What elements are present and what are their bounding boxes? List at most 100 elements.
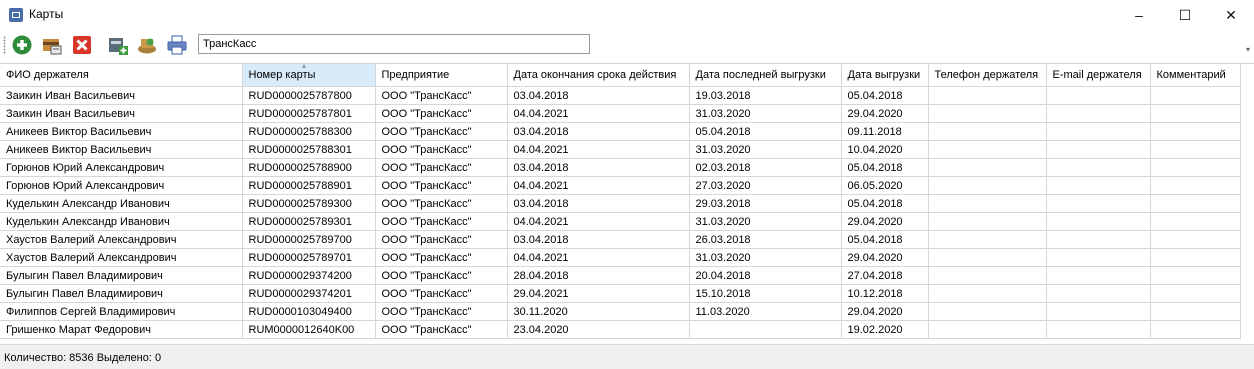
col-header-last-upload-date[interactable]: Дата последней выгрузки: [689, 64, 842, 87]
cell-email[interactable]: [1046, 86, 1151, 105]
cell-card-number[interactable]: RUD0000025789301: [242, 212, 376, 231]
cell-phone[interactable]: [928, 248, 1047, 267]
cell-phone[interactable]: [928, 176, 1047, 195]
cell-upload-date[interactable]: 06.05.2020: [841, 176, 929, 195]
cell-expiry-date[interactable]: 03.04.2018: [507, 194, 690, 213]
cell-email[interactable]: [1046, 284, 1151, 303]
cell-phone[interactable]: [928, 104, 1047, 123]
cell-expiry-date[interactable]: 03.04.2018: [507, 230, 690, 249]
col-header-phone[interactable]: Телефон держателя: [928, 64, 1047, 87]
cell-comment[interactable]: [1150, 230, 1241, 249]
cell-last-upload-date[interactable]: 02.03.2018: [689, 158, 842, 177]
cell-phone[interactable]: [928, 230, 1047, 249]
cell-company[interactable]: ООО "ТрансКасс": [375, 230, 508, 249]
cell-comment[interactable]: [1150, 284, 1241, 303]
cell-expiry-date[interactable]: 23.04.2020: [507, 320, 690, 339]
cell-email[interactable]: [1046, 158, 1151, 177]
table-row[interactable]: Заикин Иван Васильевич RUD0000025787801 ОО…: [0, 104, 1241, 123]
cell-comment[interactable]: [1150, 302, 1241, 321]
print-button[interactable]: [166, 34, 188, 56]
cell-card-number[interactable]: RUD0000025788300: [242, 122, 376, 141]
col-header-upload-date[interactable]: Дата выгрузки: [841, 64, 929, 87]
cell-last-upload-date[interactable]: 31.03.2020: [689, 140, 842, 159]
delete-button[interactable]: [71, 34, 93, 56]
cell-phone[interactable]: [928, 284, 1047, 303]
cell-expiry-date[interactable]: 04.04.2021: [507, 248, 690, 267]
cell-last-upload-date[interactable]: 05.04.2018: [689, 122, 842, 141]
cell-holder[interactable]: Заикин Иван Васильевич: [0, 86, 243, 105]
cell-last-upload-date[interactable]: 19.03.2018: [689, 86, 842, 105]
cell-phone[interactable]: [928, 86, 1047, 105]
cell-holder[interactable]: Горюнов Юрий Александрович: [0, 176, 243, 195]
cell-holder[interactable]: Заикин Иван Васильевич: [0, 104, 243, 123]
cell-holder[interactable]: Хаустов Валерий Александрович: [0, 230, 243, 249]
toolbar-grip[interactable]: [3, 36, 6, 54]
cell-phone[interactable]: [928, 158, 1047, 177]
cell-comment[interactable]: [1150, 104, 1241, 123]
cell-upload-date[interactable]: 10.12.2018: [841, 284, 929, 303]
cell-card-number[interactable]: RUD0000029374201: [242, 284, 376, 303]
cell-upload-date[interactable]: 29.04.2020: [841, 212, 929, 231]
cell-holder[interactable]: Аникеев Виктор Васильевич: [0, 140, 243, 159]
cell-comment[interactable]: [1150, 122, 1241, 141]
cell-expiry-date[interactable]: 03.04.2018: [507, 122, 690, 141]
cell-upload-date[interactable]: 29.04.2020: [841, 248, 929, 267]
cell-email[interactable]: [1046, 122, 1151, 141]
cell-email[interactable]: [1046, 140, 1151, 159]
cell-expiry-date[interactable]: 28.04.2018: [507, 266, 690, 285]
cell-email[interactable]: [1046, 194, 1151, 213]
cell-phone[interactable]: [928, 320, 1047, 339]
cell-upload-date[interactable]: 09.11.2018: [841, 122, 929, 141]
close-button[interactable]: ✕: [1208, 0, 1254, 30]
cell-card-number[interactable]: RUD0000025788301: [242, 140, 376, 159]
table-row[interactable]: Аникеев Виктор Васильевич RUD000002578830…: [0, 140, 1241, 159]
cell-comment[interactable]: [1150, 248, 1241, 267]
cell-card-number[interactable]: RUD0000025787800: [242, 86, 376, 105]
cell-last-upload-date[interactable]: 15.10.2018: [689, 284, 842, 303]
cell-comment[interactable]: [1150, 176, 1241, 195]
cell-last-upload-date[interactable]: 27.03.2020: [689, 176, 842, 195]
table-row[interactable]: Гришенко Марат Федорович RUM0000012640K00…: [0, 320, 1241, 339]
cell-card-number[interactable]: RUD0000025788900: [242, 158, 376, 177]
table-row[interactable]: Куделькин Александр Иванович RUD000002578…: [0, 212, 1241, 231]
minimize-button[interactable]: –: [1116, 0, 1162, 30]
cell-comment[interactable]: [1150, 320, 1241, 339]
col-header-company[interactable]: Предприятие: [375, 64, 508, 87]
cell-card-number[interactable]: RUD0000025789300: [242, 194, 376, 213]
cell-holder[interactable]: Гришенко Марат Федорович: [0, 320, 243, 339]
cell-email[interactable]: [1046, 230, 1151, 249]
cell-holder[interactable]: Булыгин Павел Владимирович: [0, 284, 243, 303]
cell-company[interactable]: ООО "ТрансКасс": [375, 122, 508, 141]
table-row[interactable]: Хаустов Валерий Александрович RUD00000257…: [0, 248, 1241, 267]
cell-card-number[interactable]: RUD0000103049400: [242, 302, 376, 321]
cell-email[interactable]: [1046, 248, 1151, 267]
cell-comment[interactable]: [1150, 140, 1241, 159]
cell-comment[interactable]: [1150, 158, 1241, 177]
cell-company[interactable]: ООО "ТрансКасс": [375, 266, 508, 285]
cell-holder[interactable]: Булыгин Павел Владимирович: [0, 266, 243, 285]
cell-last-upload-date[interactable]: [689, 320, 842, 339]
add-button[interactable]: [11, 34, 33, 56]
table-row[interactable]: Аникеев Виктор Васильевич RUD000002578830…: [0, 122, 1241, 141]
cell-comment[interactable]: [1150, 194, 1241, 213]
cell-company[interactable]: ООО "ТрансКасс": [375, 158, 508, 177]
cell-upload-date[interactable]: 05.04.2018: [841, 230, 929, 249]
cell-upload-date[interactable]: 05.04.2018: [841, 158, 929, 177]
cell-upload-date[interactable]: 05.04.2018: [841, 86, 929, 105]
cell-company[interactable]: ООО "ТрансКасс": [375, 248, 508, 267]
cell-holder[interactable]: Горюнов Юрий Александрович: [0, 158, 243, 177]
col-header-card-number[interactable]: ▲ Номер карты: [242, 64, 376, 87]
cell-company[interactable]: ООО "ТрансКасс": [375, 86, 508, 105]
cell-upload-date[interactable]: 19.02.2020: [841, 320, 929, 339]
cell-expiry-date[interactable]: 29.04.2021: [507, 284, 690, 303]
cell-expiry-date[interactable]: 30.11.2020: [507, 302, 690, 321]
cell-phone[interactable]: [928, 302, 1047, 321]
cell-email[interactable]: [1046, 104, 1151, 123]
col-header-email[interactable]: E-mail держателя: [1046, 64, 1151, 87]
cell-company[interactable]: ООО "ТрансКасс": [375, 320, 508, 339]
cell-company[interactable]: ООО "ТрансКасс": [375, 212, 508, 231]
cell-last-upload-date[interactable]: 20.04.2018: [689, 266, 842, 285]
cell-company[interactable]: ООО "ТрансКасс": [375, 140, 508, 159]
cell-last-upload-date[interactable]: 29.03.2018: [689, 194, 842, 213]
cell-upload-date[interactable]: 29.04.2020: [841, 104, 929, 123]
